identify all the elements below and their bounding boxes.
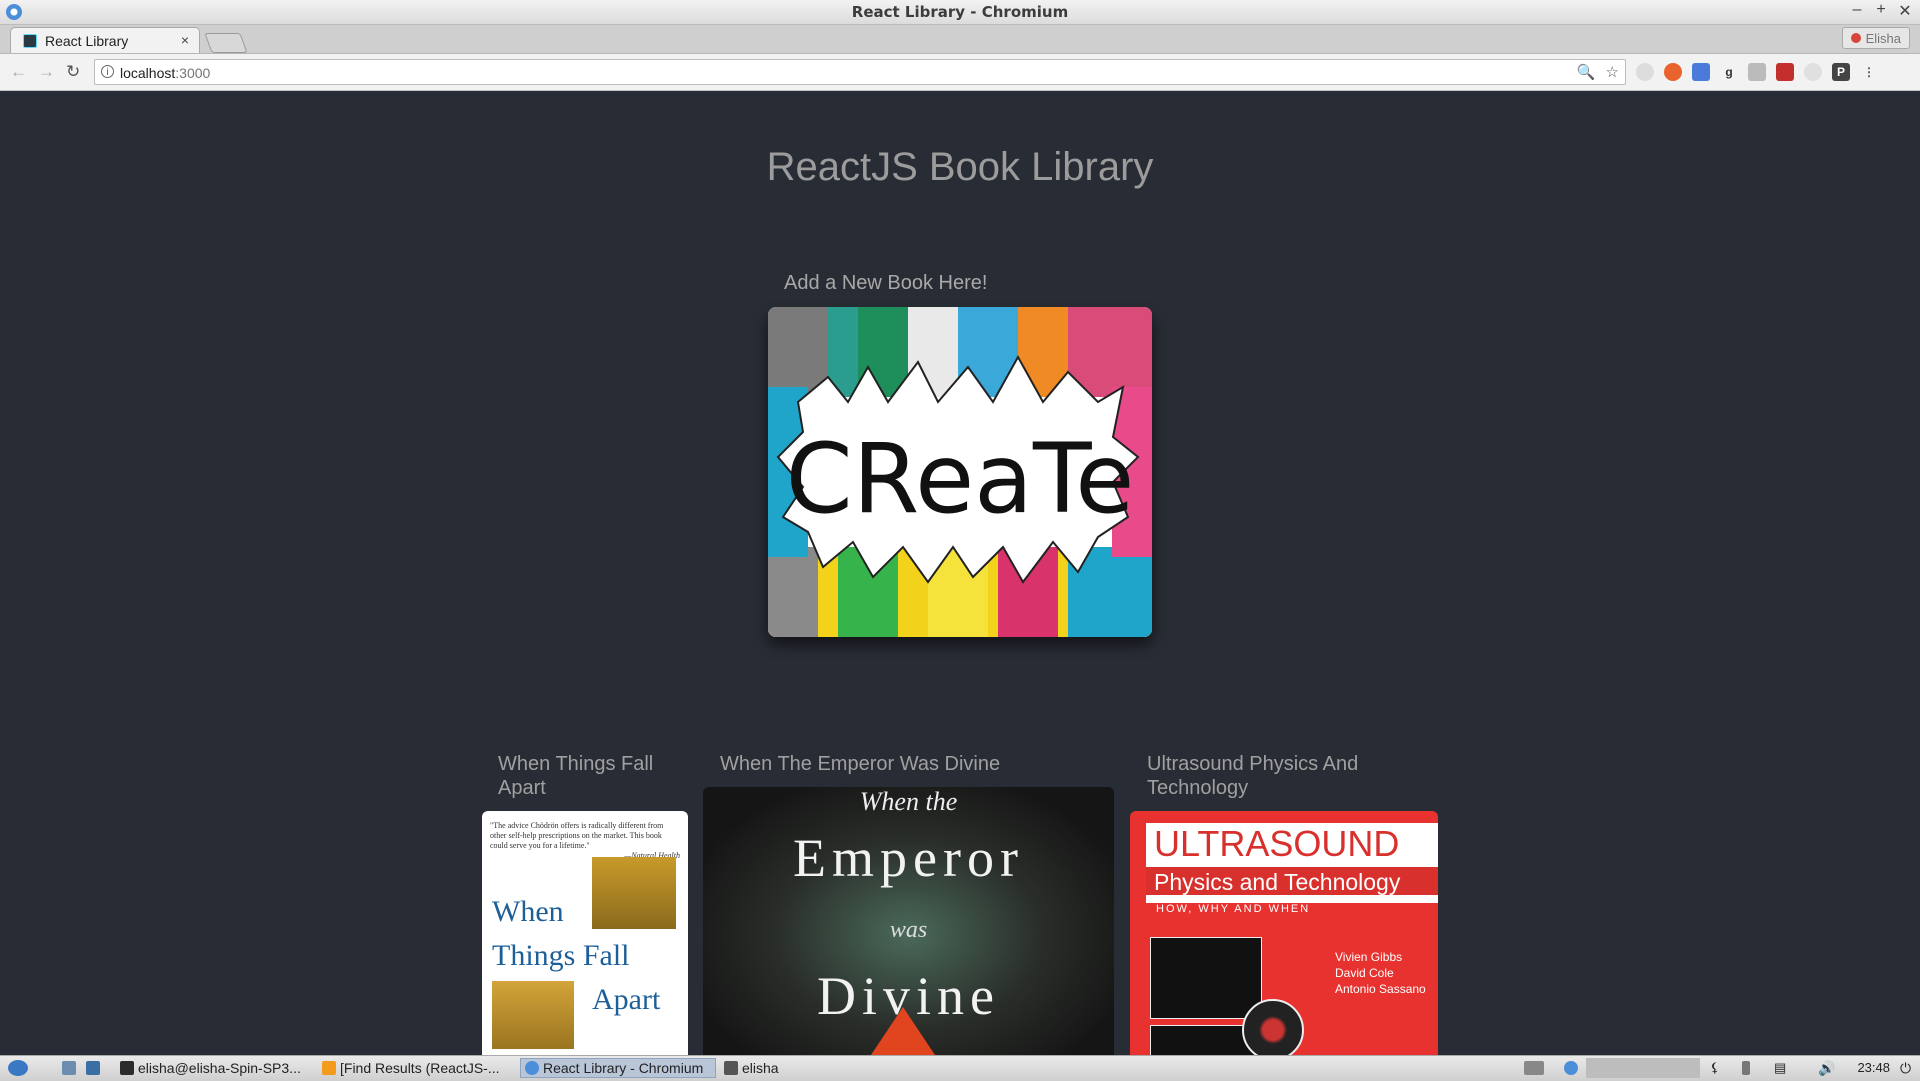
book-title-2: When The Emperor Was Divine bbox=[720, 753, 1001, 775]
cover-1-trees-image bbox=[592, 857, 676, 929]
reload-icon[interactable]: ↻ bbox=[66, 62, 80, 82]
page-content: ReactJS Book Library Add a New Book Here… bbox=[0, 91, 1920, 1055]
add-book-label: Add a New Book Here! bbox=[784, 272, 988, 294]
launcher-icon bbox=[86, 1061, 100, 1075]
tray-window-button[interactable] bbox=[1520, 1058, 1548, 1078]
translate-icon[interactable] bbox=[1692, 63, 1710, 81]
taskbar-item-editor[interactable]: [Find Results (ReactJS-... bbox=[318, 1058, 524, 1078]
network-icon[interactable]: ▤ bbox=[1770, 1058, 1790, 1078]
show-desktop-button[interactable] bbox=[58, 1058, 80, 1078]
profile-button[interactable]: Elisha bbox=[1841, 27, 1910, 49]
power-icon[interactable]: ⏻ bbox=[1896, 1058, 1915, 1078]
cover-1-word-2: Things Fall bbox=[492, 939, 630, 972]
profile-name: Elisha bbox=[1865, 30, 1901, 46]
cover-1-word-1: When bbox=[492, 895, 564, 928]
taskbar-item-chromium[interactable]: React Library - Chromium bbox=[520, 1058, 716, 1078]
create-word: CReaTe bbox=[786, 423, 1135, 535]
back-arrow-icon[interactable]: ← bbox=[10, 62, 27, 82]
tray-chromium-button[interactable] bbox=[1560, 1058, 1582, 1078]
tab-close-icon[interactable]: × bbox=[181, 32, 189, 48]
bluetooth-icon[interactable]: ⚸ bbox=[1706, 1058, 1724, 1078]
pdf-extension-icon[interactable] bbox=[1776, 63, 1794, 81]
cover-2-crane-shape bbox=[863, 1007, 943, 1055]
zoom-icon[interactable]: 🔍 bbox=[1577, 63, 1596, 81]
minimize-button[interactable]: – bbox=[1848, 1, 1866, 21]
cover-1-path-image bbox=[492, 981, 574, 1049]
chromium-taskbar-icon bbox=[525, 1061, 539, 1075]
book-cover-1[interactable]: "The advice Chödrön offers is radically … bbox=[482, 811, 688, 1055]
cover-3-tagline: HOW, WHY AND WHEN bbox=[1156, 903, 1311, 915]
taskbar-item-terminal[interactable]: elisha@elisha-Spin-SP3... bbox=[116, 1058, 322, 1078]
browser-toolbar: ← → ↻ i localhost:3000 🔍 ☆ g P ⋮ bbox=[0, 54, 1920, 91]
book-cover-3[interactable]: ULTRASOUND Physics and Technology HOW, W… bbox=[1130, 811, 1438, 1055]
cover-3-author-2: David Cole bbox=[1335, 966, 1394, 980]
maximize-button[interactable]: + bbox=[1872, 1, 1890, 21]
extension-orange-icon[interactable] bbox=[1664, 63, 1682, 81]
desktop-icon bbox=[62, 1061, 76, 1075]
bookmark-star-icon[interactable]: ☆ bbox=[1606, 63, 1619, 81]
forward-arrow-icon[interactable]: → bbox=[38, 62, 55, 82]
close-window-button[interactable]: ✕ bbox=[1896, 1, 1914, 21]
menu-icon[interactable]: ⋮ bbox=[1860, 63, 1878, 81]
url-text: localhost:3000 bbox=[120, 65, 211, 81]
cover-1-word-3: Apart bbox=[592, 983, 661, 1016]
folder-icon bbox=[724, 1061, 738, 1075]
extension-circle-icon[interactable] bbox=[1636, 63, 1654, 81]
terminal-icon bbox=[120, 1061, 134, 1075]
profile-icon bbox=[1850, 33, 1861, 43]
zip-extension-icon[interactable] bbox=[1748, 63, 1766, 81]
tray-chromium-icon bbox=[1564, 1061, 1578, 1075]
start-icon bbox=[8, 1060, 28, 1076]
address-bar[interactable]: i localhost:3000 🔍 ☆ bbox=[94, 59, 1626, 85]
cover-3-heading: ULTRASOUND bbox=[1154, 823, 1400, 864]
grammarly-icon[interactable]: g bbox=[1720, 63, 1738, 81]
react-favicon-icon bbox=[23, 34, 37, 48]
book-cover-2[interactable]: When the Emperor was Divine bbox=[703, 787, 1114, 1055]
volume-icon[interactable]: 🔊 bbox=[1814, 1058, 1839, 1078]
tab-strip: React Library × Elisha bbox=[0, 25, 1920, 54]
p-extension-icon[interactable]: P bbox=[1832, 63, 1850, 81]
cover-3-author-1: Vivien Gibbs bbox=[1335, 950, 1403, 964]
taskbar: elisha@elisha-Spin-SP3... [Find Results … bbox=[0, 1055, 1920, 1081]
cover-2-word-1: When the bbox=[859, 787, 958, 816]
tray-workspaces[interactable] bbox=[1586, 1058, 1700, 1078]
cover-2-word-2: Emperor bbox=[793, 828, 1024, 888]
start-menu-button[interactable] bbox=[4, 1058, 52, 1078]
cover-3-subtitle: Physics and Technology bbox=[1154, 869, 1401, 895]
cover-1-quote: "The advice Chödrön offers is radically … bbox=[490, 821, 664, 850]
new-tab-button[interactable] bbox=[204, 33, 248, 53]
battery-icon[interactable] bbox=[1738, 1058, 1754, 1078]
launcher-button[interactable] bbox=[82, 1058, 104, 1078]
site-info-icon[interactable]: i bbox=[101, 65, 114, 78]
tray-window-icon bbox=[1524, 1061, 1544, 1075]
cover-3-doppler-image bbox=[1242, 999, 1304, 1055]
create-book-card[interactable]: CReaTe bbox=[768, 307, 1152, 637]
book-title-3: Ultrasound Physics And Technology bbox=[1147, 753, 1359, 799]
cover-2-word-3: was bbox=[889, 917, 928, 943]
window-title-bar: React Library - Chromium – + ✕ bbox=[0, 0, 1920, 25]
editor-icon bbox=[322, 1061, 336, 1075]
book-title-1: When Things Fall Apart bbox=[498, 753, 654, 799]
clock: 23:48 bbox=[1857, 1060, 1890, 1075]
extension-grey-icon[interactable] bbox=[1804, 63, 1822, 81]
create-artwork: CReaTe bbox=[768, 307, 1152, 637]
tab-label: React Library bbox=[45, 33, 129, 49]
page-title: ReactJS Book Library bbox=[766, 145, 1154, 189]
window-title: React Library - Chromium bbox=[851, 3, 1069, 21]
cover-3-author-3: Antonio Sassano bbox=[1335, 982, 1426, 996]
cover-3-scan-image bbox=[1150, 937, 1262, 1019]
tab-react-library[interactable]: React Library × bbox=[10, 27, 200, 53]
taskbar-item-files[interactable]: elisha bbox=[720, 1058, 848, 1078]
